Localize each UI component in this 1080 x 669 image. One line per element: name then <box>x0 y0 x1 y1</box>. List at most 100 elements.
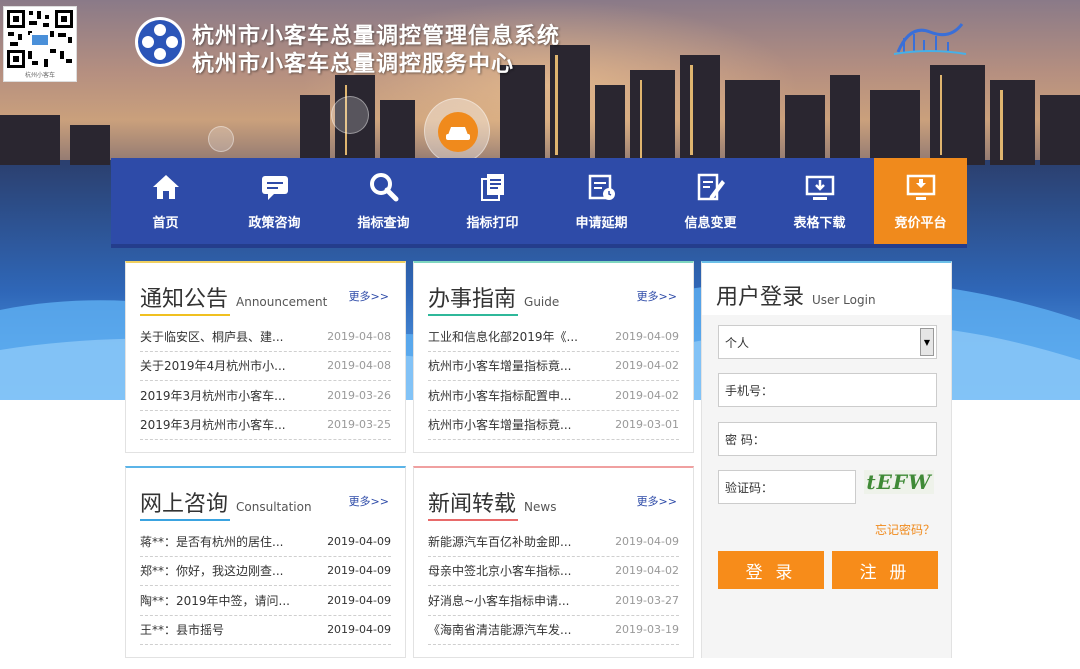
nav-extension[interactable]: 申请延期 <box>547 158 656 244</box>
list-item[interactable]: 蒋**：是否有杭州的居住... 2019-04-09 <box>140 527 391 557</box>
nav-policy[interactable]: 政策咨询 <box>220 158 329 244</box>
panel-title: 网上咨询 <box>140 492 229 517</box>
guide-list: 工业和信息化部2019年《... 2019-04-09 杭州市小客车增量指标竟..… <box>428 322 679 440</box>
captcha-image[interactable]: tEFW <box>864 470 934 494</box>
panel-title: 办事指南 <box>428 287 517 312</box>
edit-icon <box>697 173 725 200</box>
item-date: 2019-03-25 <box>327 418 391 432</box>
nav-label: 申请延期 <box>575 215 628 231</box>
item-title: 2019年3月杭州市小客车... <box>140 388 286 403</box>
item-title: 杭州市小客车指标配置申... <box>428 388 572 403</box>
qr-code: 杭州小客车 <box>3 6 77 82</box>
list-item[interactable]: 关于2019年4月杭州市小... 2019-04-08 <box>140 352 391 381</box>
nav-bidding-platform[interactable]: 竞价平台 <box>874 158 967 244</box>
nav-label: 政策咨询 <box>248 215 301 231</box>
item-title: 《海南省清洁能源汽车发... <box>428 623 572 638</box>
list-item[interactable]: 《海南省清洁能源汽车发... 2019-03-19 <box>428 616 679 645</box>
nav-quota-query[interactable]: 指标查询 <box>329 158 438 244</box>
nav-label: 信息变更 <box>684 215 737 231</box>
login-panel: 用户登录 User Login 个人 ▼ 手机号： 密 码： 验证码： tEFW … <box>701 261 952 658</box>
panel-title: 新闻转载 <box>428 492 517 517</box>
more-link[interactable]: 更多>> <box>637 493 677 509</box>
register-button[interactable]: 注 册 <box>832 551 938 589</box>
item-date: 2019-03-01 <box>615 418 679 432</box>
list-item[interactable]: 陶**：2019年中签，请问... 2019-04-09 <box>140 586 391 616</box>
item-date: 2019-04-09 <box>327 623 391 637</box>
monitor-icon <box>906 174 935 200</box>
item-title: 杭州市小客车增量指标竟... <box>428 359 572 374</box>
notice-panel: 通知公告 Announcement 更多>> 关于临安区、桐庐县、建... 2019… <box>125 261 406 453</box>
title-underline <box>428 314 518 316</box>
panel-title-en: Guide <box>524 295 560 309</box>
list-item[interactable]: 母亲中签北京小客车指标... 2019-04-02 <box>428 557 679 586</box>
nav-shadow <box>111 244 967 248</box>
consult-panel: 网上咨询 Consultation 更多>> 蒋**：是否有杭州的居住... 201… <box>125 466 406 658</box>
title-underline <box>140 519 230 521</box>
captcha-field[interactable]: 验证码： <box>718 470 856 504</box>
nav-label: 指标查询 <box>357 215 410 231</box>
list-item[interactable]: 杭州市小客车指标配置申... 2019-04-02 <box>428 381 679 411</box>
hangzhou-logo-icon <box>890 18 970 58</box>
list-item[interactable]: 杭州市小客车增量指标竟... 2019-03-01 <box>428 411 679 440</box>
login-form: 个人 ▼ 手机号： 密 码： 验证码： tEFW 忘记密码？ 登 录 注 册 <box>702 315 951 658</box>
item-date: 2019-03-26 <box>327 388 391 402</box>
item-date: 2019-04-02 <box>615 388 679 402</box>
more-link[interactable]: 更多>> <box>637 288 677 304</box>
guide-panel: 办事指南 Guide 更多>> 工业和信息化部2019年《... 2019-04-0… <box>413 261 694 453</box>
phone-field[interactable]: 手机号： <box>718 373 937 407</box>
nav-quota-print[interactable]: 指标打印 <box>438 158 547 244</box>
title-underline <box>428 519 518 521</box>
nav-label: 表格下载 <box>793 215 846 231</box>
password-label: 密 码： <box>725 432 765 447</box>
panel-title-en: Consultation <box>236 500 312 514</box>
item-title: 关于临安区、桐庐县、建... <box>140 329 284 344</box>
list-item[interactable]: 王**：县市摇号 2019-04-09 <box>140 616 391 645</box>
list-item[interactable]: 郑**：你好，我这边刚查... 2019-04-09 <box>140 557 391 586</box>
news-panel: 新闻转载 News 更多>> 新能源汽车百亿补助金即... 2019-04-09 母… <box>413 466 694 658</box>
item-date: 2019-04-02 <box>615 564 679 578</box>
item-title: 2019年3月杭州市小客车... <box>140 418 286 433</box>
nav-home[interactable]: 首页 <box>111 158 220 244</box>
phone-label: 手机号： <box>725 383 774 398</box>
more-link[interactable]: 更多>> <box>349 493 389 509</box>
nav-label: 首页 <box>152 215 179 231</box>
chat-icon <box>261 175 288 200</box>
item-title: 郑**：你好，我这边刚查... <box>140 564 284 579</box>
title-underline <box>140 314 230 316</box>
center-title: 杭州市小客车总量调控服务中心 <box>192 52 515 77</box>
list-item[interactable]: 杭州市小客车增量指标竟... 2019-04-02 <box>428 352 679 381</box>
car-circle-icon <box>424 98 490 164</box>
list-item[interactable]: 关于临安区、桐庐县、建... 2019-04-08 <box>140 322 391 352</box>
nav-label: 指标打印 <box>466 215 519 231</box>
user-type-select[interactable]: 个人 ▼ <box>718 325 937 359</box>
list-item[interactable]: 工业和信息化部2019年《... 2019-04-09 <box>428 322 679 352</box>
download-icon <box>805 175 834 200</box>
document-icon <box>480 173 504 201</box>
item-date: 2019-04-09 <box>327 564 391 578</box>
user-type-value: 个人 <box>725 335 750 350</box>
item-date: 2019-04-08 <box>327 329 391 343</box>
item-title: 工业和信息化部2019年《... <box>428 329 578 344</box>
floating-circle <box>208 126 234 152</box>
forgot-password-link[interactable]: 忘记密码？ <box>875 521 935 538</box>
panel-title-en: Announcement <box>236 295 328 309</box>
list-item[interactable]: 新能源汽车百亿补助金即... 2019-04-09 <box>428 527 679 557</box>
more-link[interactable]: 更多>> <box>349 288 389 304</box>
item-title: 杭州市小客车增量指标竟... <box>428 418 572 433</box>
login-title-en: User Login <box>812 293 876 307</box>
login-button[interactable]: 登 录 <box>718 551 824 589</box>
item-date: 2019-04-02 <box>615 359 679 373</box>
search-icon <box>369 172 398 201</box>
item-date: 2019-04-09 <box>615 329 679 343</box>
main-nav: 首页 政策咨询 指标查询 指标打印 申请延期 信息变更 表格下载 竞价平台 <box>111 158 967 244</box>
nav-form-download[interactable]: 表格下载 <box>765 158 874 244</box>
list-item[interactable]: 2019年3月杭州市小客车... 2019-03-26 <box>140 381 391 411</box>
site-logo-icon <box>134 16 186 68</box>
floating-circle <box>331 96 369 134</box>
nav-info-change[interactable]: 信息变更 <box>656 158 765 244</box>
list-item[interactable]: 好消息~小客车指标申请... 2019-03-27 <box>428 586 679 616</box>
item-date: 2019-04-08 <box>327 359 391 373</box>
login-title: 用户登录 <box>716 285 805 310</box>
list-item[interactable]: 2019年3月杭州市小客车... 2019-03-25 <box>140 411 391 440</box>
password-field[interactable]: 密 码： <box>718 422 937 456</box>
